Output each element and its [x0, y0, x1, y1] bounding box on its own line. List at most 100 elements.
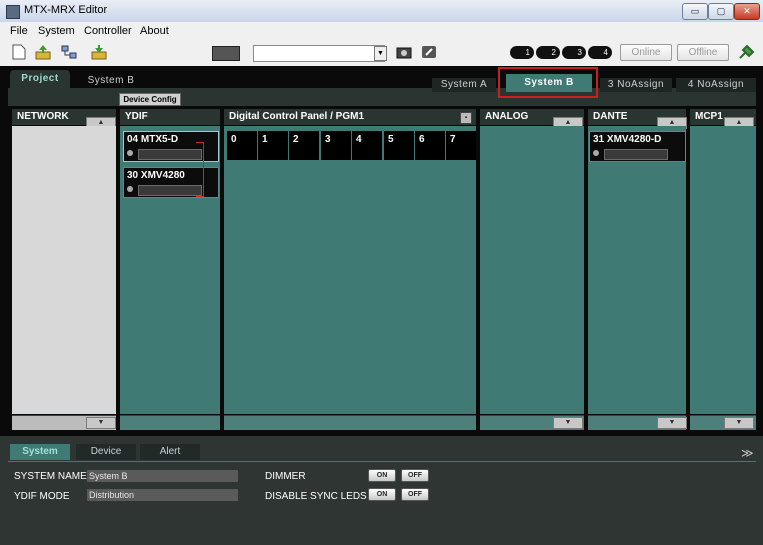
title-bar: MTX-MRX Editor ▭ ▢ ✕ [0, 0, 763, 23]
column-dante-label: DANTE [593, 111, 628, 122]
id-button-4[interactable]: 4 [588, 46, 612, 59]
dante-panel [588, 126, 686, 414]
menu-system[interactable]: System [38, 25, 75, 37]
device-preview-icon [212, 46, 240, 61]
dcp-slot-6-label: 6 [419, 134, 425, 145]
chevron-down-icon[interactable]: ▼ [374, 46, 387, 61]
ydif-connection-line [196, 142, 204, 197]
toolbar: ▼ 1 2 3 4 Online Offline [0, 40, 763, 67]
dcp-menu-icon[interactable]: ▪ [460, 112, 472, 124]
dcp-slot-5[interactable]: 5 [384, 131, 414, 160]
status-led-icon [127, 186, 133, 192]
system-name-label: SYSTEM NAME [14, 471, 87, 482]
menu-bar: File System Controller About [0, 22, 763, 40]
collapse-icon[interactable]: ≫ [741, 446, 754, 460]
device-image [138, 185, 202, 196]
online-button[interactable]: Online [620, 44, 672, 61]
device-dante-1-label: 31 XMV4280-D [593, 134, 662, 145]
network-panel [12, 126, 116, 414]
plug-icon [739, 44, 755, 59]
tab-project[interactable]: Project [10, 70, 70, 88]
column-mcp1-label: MCP1 [695, 111, 723, 122]
column-ydif-label: YDIF [125, 111, 148, 122]
window-title: MTX-MRX Editor [24, 4, 108, 16]
device-ydif-2[interactable]: 30 XMV4280 [123, 167, 219, 198]
network-scroll-down[interactable]: ▼ [86, 417, 116, 429]
device-image [138, 149, 202, 160]
camera-icon[interactable] [395, 44, 413, 60]
dimmer-off-button[interactable]: OFF [401, 469, 429, 482]
tab-system[interactable]: System [10, 444, 70, 460]
mcp1-scroll-down[interactable]: ▼ [724, 417, 754, 429]
menu-file[interactable]: File [10, 25, 28, 37]
mcp1-panel [690, 126, 756, 414]
offline-button[interactable]: Offline [677, 44, 729, 61]
maximize-button[interactable]: ▢ [708, 3, 734, 20]
ydif-mode-label: YDIF MODE [14, 491, 70, 502]
device-image [604, 149, 668, 160]
new-file-icon[interactable] [10, 44, 28, 60]
dcp-slot-7-label: 7 [450, 134, 456, 145]
device-ydif-1[interactable]: 04 MTX5-D [123, 131, 219, 162]
dcp-slot-3[interactable]: 3 [321, 131, 351, 160]
column-dcp-label: Digital Control Panel / PGM1 [229, 111, 365, 122]
close-button[interactable]: ✕ [734, 3, 760, 20]
dcp-slot-3-label: 3 [325, 134, 331, 145]
dcp-slot-1[interactable]: 1 [258, 131, 288, 160]
dimmer-on-button[interactable]: ON [368, 469, 396, 482]
id-button-3[interactable]: 3 [562, 46, 586, 59]
preset-select[interactable] [253, 45, 385, 62]
tab-divider [8, 461, 756, 462]
tab-alert[interactable]: Alert [140, 444, 200, 460]
ydif-mode-select[interactable]: Distribution [87, 489, 238, 501]
dcp-slot-2[interactable]: 2 [289, 131, 319, 160]
dcp-slot-5-label: 5 [388, 134, 394, 145]
id-buttons-group: 1 2 3 4 [510, 46, 614, 59]
analog-scroll-down[interactable]: ▼ [553, 417, 583, 429]
disable-sync-leds-label: DISABLE SYNC LEDS [265, 491, 367, 502]
dcp-slot-4-label: 4 [356, 134, 362, 145]
dcp-slot-0[interactable]: 0 [227, 131, 257, 160]
dcp-slot-0-label: 0 [231, 134, 237, 145]
link-icon[interactable] [420, 44, 438, 60]
dante-scroll-down[interactable]: ▼ [657, 417, 687, 429]
tab-system-a[interactable]: System A [432, 78, 496, 92]
menu-controller[interactable]: Controller [84, 25, 132, 37]
dcp-slot-1-label: 1 [262, 134, 268, 145]
dcp-slot-7[interactable]: 7 [446, 131, 476, 160]
selection-highlight [498, 67, 598, 98]
column-network-label: NETWORK [17, 111, 69, 122]
tab-device[interactable]: Device [76, 444, 136, 460]
network-icon[interactable] [60, 44, 78, 60]
sync-leds-on-button[interactable]: ON [368, 488, 396, 501]
device-ydif-2-label: 30 XMV4280 [127, 170, 185, 181]
dimmer-label: DIMMER [265, 471, 306, 482]
column-ydif: YDIF [120, 109, 220, 125]
dcp-slot-6[interactable]: 6 [415, 131, 445, 160]
device-ydif-1-label: 04 MTX5-D [127, 134, 179, 145]
status-led-icon [127, 150, 133, 156]
column-analog-label: ANALOG [485, 111, 529, 122]
sync-leds-off-button[interactable]: OFF [401, 488, 429, 501]
status-led-icon [593, 150, 599, 156]
id-button-2[interactable]: 2 [536, 46, 560, 59]
menu-about[interactable]: About [140, 25, 169, 37]
save-file-icon[interactable] [90, 44, 108, 60]
column-dcp: Digital Control Panel / PGM1 [224, 109, 476, 125]
app-icon [6, 5, 20, 19]
dcp-panel [224, 126, 476, 414]
device-dante-1[interactable]: 31 XMV4280-D [589, 131, 686, 162]
minimize-button[interactable]: ▭ [682, 3, 708, 20]
device-config-button[interactable]: Device Config [119, 93, 181, 106]
tab-system-b-top[interactable]: System B [76, 73, 146, 88]
id-button-1[interactable]: 1 [510, 46, 534, 59]
dcp-scrollbar[interactable] [224, 415, 476, 430]
dcp-slot-2-label: 2 [293, 134, 299, 145]
ydif-scrollbar[interactable] [120, 415, 220, 430]
tab-4-noassign[interactable]: 4 NoAssign [676, 78, 756, 92]
open-file-icon[interactable] [34, 44, 52, 60]
tab-3-noassign[interactable]: 3 NoAssign [600, 78, 672, 92]
dcp-slot-4[interactable]: 4 [352, 131, 382, 160]
system-name-field[interactable]: System B [87, 470, 238, 482]
analog-panel [480, 126, 584, 414]
